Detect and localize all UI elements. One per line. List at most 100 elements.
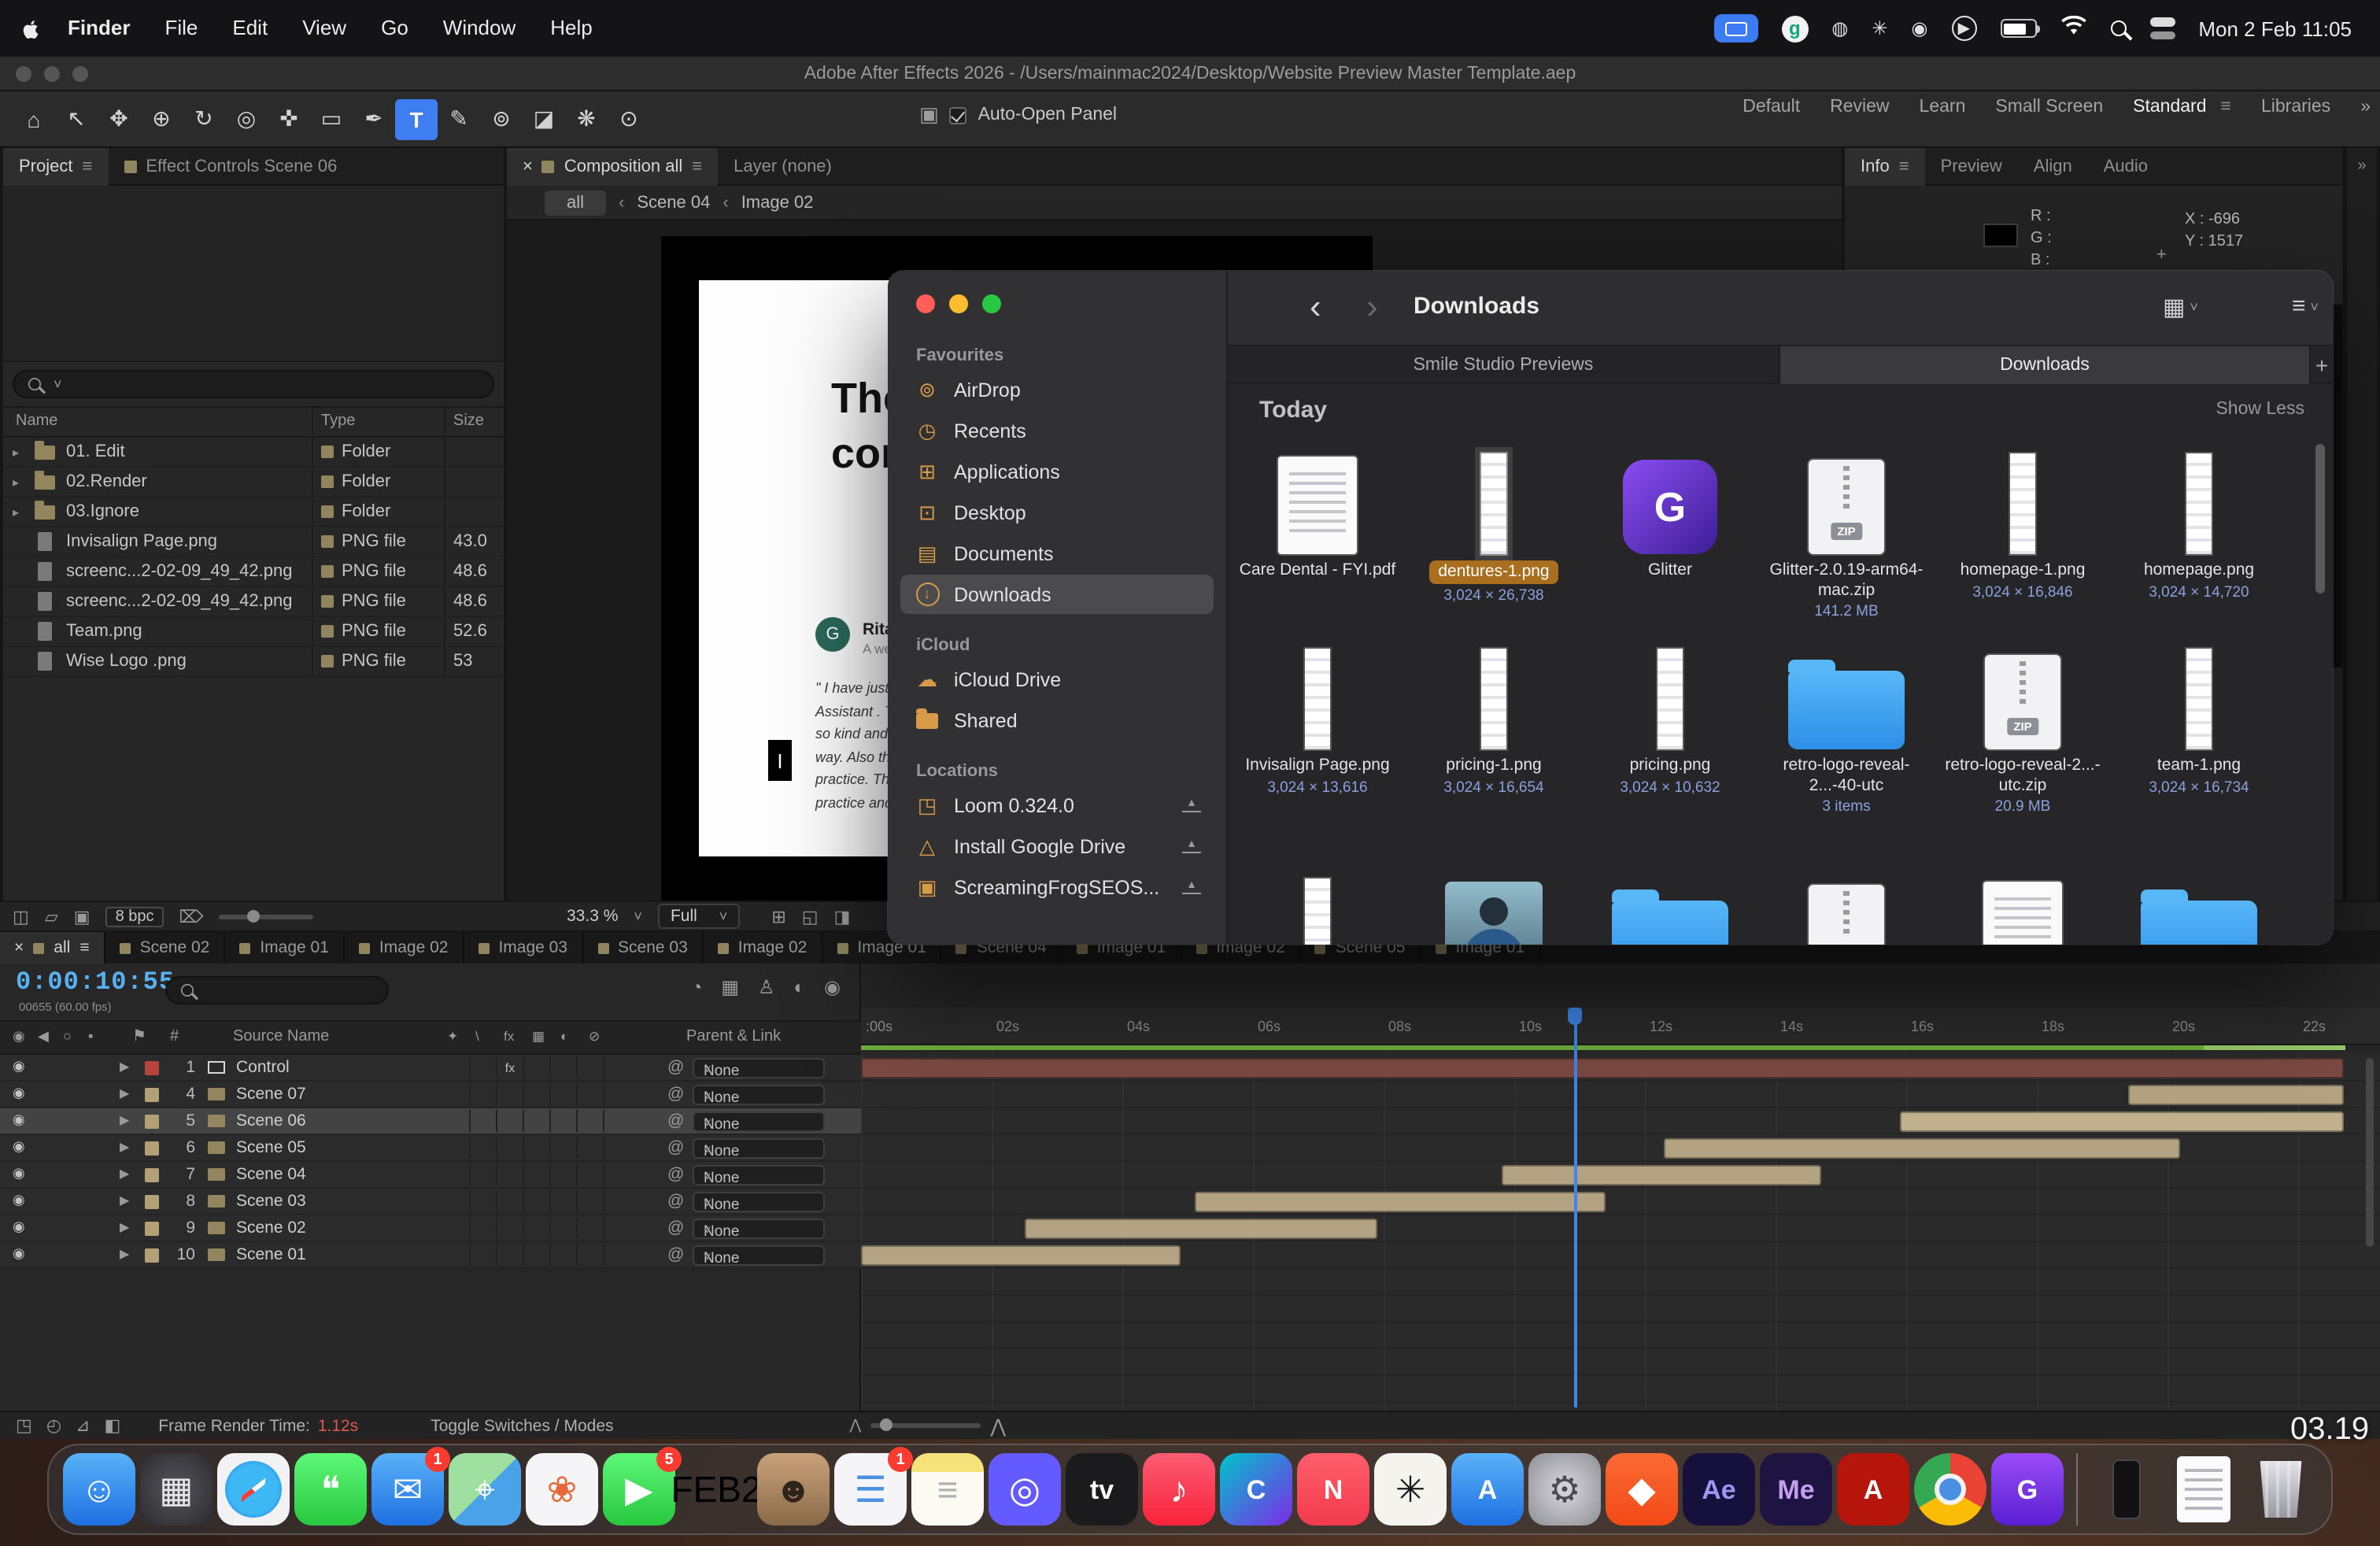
eye-icon[interactable]: ◉ (13, 1245, 25, 1263)
switch-cell[interactable] (578, 1137, 604, 1159)
magnification-select[interactable]: Full˅ (658, 904, 740, 929)
window-controls[interactable] (916, 294, 1001, 313)
project-search-field[interactable]: ˅ (13, 370, 494, 398)
close-icon[interactable]: × (523, 157, 533, 176)
file-item-pricing-png[interactable]: pricing.png3,024 × 10,632 (1582, 652, 1758, 797)
grammarly-icon[interactable]: g (1781, 15, 1808, 42)
switch-cell[interactable] (444, 1137, 471, 1159)
tab-info[interactable]: Info≡ (1845, 147, 1925, 185)
layer-switches[interactable] (444, 1190, 604, 1212)
time-ruler[interactable]: :00s02s04s06s08s10s12s14s16s18s20s22s (861, 1008, 2380, 1045)
project-row-screenc-2-02-09-49-42-png[interactable]: screenc...2-02-09_49_42.pngPNG file48.6 (3, 587, 504, 617)
project-row-01-edit[interactable]: ▸01. EditFolder (3, 438, 504, 468)
workspace-menu-icon[interactable]: ≡ (2221, 98, 2231, 117)
file-item-pricing-1-png[interactable]: pricing-1.png3,024 × 16,654 (1406, 652, 1582, 797)
current-timecode[interactable]: 0:00:10:55 (16, 968, 175, 997)
switch-cell[interactable] (471, 1137, 497, 1159)
dock-item-trash[interactable] (2245, 1453, 2317, 1526)
switch-cell[interactable] (444, 1217, 471, 1239)
project-column-headers[interactable]: Name Type Size (3, 406, 504, 438)
switch-cell[interactable] (471, 1056, 497, 1078)
dock-item-system-settings[interactable]: ⚙ (1528, 1453, 1601, 1526)
tab-layer-none[interactable]: Layer (none) (718, 147, 848, 185)
project-row-02-render[interactable]: ▸02.RenderFolder (3, 468, 504, 497)
project-row-screenc-2-02-09-49-42-png[interactable]: screenc...2-02-09_49_42.pngPNG file48.6 (3, 557, 504, 587)
frame-blending-icon[interactable]: ◐ (794, 976, 806, 998)
brush-tool[interactable]: ✎ (438, 98, 480, 139)
pan-behind-tool[interactable]: ✜ (268, 98, 310, 139)
workspace-small-screen[interactable]: Small Screen (1995, 98, 2103, 117)
close-button[interactable] (916, 294, 935, 313)
view-options-icon[interactable]: ▦˅ (2163, 293, 2198, 321)
disclosure-icon[interactable]: ▸ (13, 475, 19, 490)
switch-cell[interactable] (524, 1083, 551, 1105)
dock-item-photo-booth[interactable]: ☻ (757, 1453, 830, 1526)
label-color-swatch[interactable] (145, 1061, 159, 1075)
new-folder-icon[interactable]: ▱ (45, 906, 58, 926)
finder-scrollbar[interactable] (2315, 444, 2325, 594)
ae-window-controls[interactable] (16, 66, 88, 82)
file-item-dentures-1-png[interactable]: dentures-1.png3,024 × 26,738 (1406, 447, 1582, 605)
expand-icon[interactable]: ▶ (120, 1167, 129, 1181)
dock-item-finder[interactable]: ☺ (63, 1453, 135, 1526)
expand-icon[interactable]: ▶ (120, 1247, 129, 1261)
label-color-swatch[interactable] (145, 1088, 159, 1102)
dock-item-chatgpt[interactable]: ✳ (1374, 1453, 1447, 1526)
eye-icon[interactable]: ◉ (13, 1058, 25, 1075)
file-item-partial-3[interactable]: ZIP (1758, 872, 1935, 945)
parent-pickwhip-icon[interactable]: @ (667, 1219, 684, 1237)
layer-bar-scene-04[interactable] (1501, 1165, 1821, 1185)
switch-cell[interactable] (551, 1244, 578, 1266)
eject-icon[interactable]: ▲ (1182, 839, 1201, 853)
dock-item-app-store[interactable]: A (1451, 1453, 1524, 1526)
roto-brush-tool[interactable]: ❋ (565, 98, 608, 139)
layer-name[interactable]: Scene 07 (236, 1085, 306, 1104)
collapsed-panel-strip[interactable]: » (2345, 148, 2377, 901)
label-color-swatch[interactable] (145, 1168, 159, 1182)
workspace-review[interactable]: Review (1830, 98, 1889, 117)
new-composition-icon[interactable]: ▣ (74, 906, 91, 926)
close-icon[interactable]: × (14, 938, 24, 957)
label-color-swatch[interactable] (145, 1141, 159, 1156)
dock-item-media-encoder[interactable]: Me (1760, 1453, 1832, 1526)
zoom-level[interactable]: 33.3 % (567, 907, 618, 926)
switch-cell[interactable] (524, 1056, 551, 1078)
color-depth-button[interactable]: 8 bpc (106, 906, 164, 926)
timeline-tab-image-01-2[interactable]: Image 01 (225, 932, 345, 963)
layer-name[interactable]: Scene 01 (236, 1245, 306, 1264)
layer-switches[interactable] (444, 1083, 604, 1105)
dock-item-document[interactable] (2168, 1453, 2240, 1526)
home-tool[interactable]: ⌂ (13, 98, 55, 139)
expand-panel-icon[interactable]: ◳ (16, 1415, 32, 1436)
switch-cell[interactable] (524, 1163, 551, 1185)
eye-icon[interactable]: ◉ (13, 1138, 25, 1156)
menu-item-file[interactable]: File (147, 0, 215, 57)
apple-menu[interactable] (9, 15, 50, 42)
dock-item-brave[interactable]: ◆ (1606, 1453, 1678, 1526)
selection-tool[interactable]: ↖ (55, 98, 98, 139)
project-row-wise-logo-png[interactable]: Wise Logo .pngPNG file53 (3, 647, 504, 677)
zoom-button[interactable] (982, 294, 1001, 313)
interpret-footage-icon[interactable]: ◫ (13, 906, 29, 926)
workspace-standard[interactable]: Standard (2133, 98, 2206, 117)
layer-row-scene-05[interactable]: ◉▶6Scene 05@None˅ (0, 1135, 861, 1162)
shy-layers-icon[interactable]: ♙ (758, 976, 775, 998)
parent-pickwhip-icon[interactable]: @ (667, 1085, 684, 1104)
switch-cell[interactable] (471, 1190, 497, 1212)
zoom-out-icon[interactable]: ⋀ (850, 1417, 862, 1434)
switch-cell[interactable] (497, 1244, 524, 1266)
switch-cell[interactable] (444, 1056, 471, 1078)
layer-name[interactable]: Scene 03 (236, 1192, 306, 1211)
control-center-icon[interactable] (2149, 17, 2175, 39)
label-color-swatch[interactable] (145, 1248, 159, 1263)
file-item-team-1-png[interactable]: team-1.png3,024 × 16,734 (2111, 652, 2287, 797)
switch-cell[interactable] (497, 1217, 524, 1239)
sidebar-item-documents[interactable]: ▤Documents (900, 534, 1214, 573)
parent-pickwhip-icon[interactable]: @ (667, 1192, 684, 1211)
layer-name[interactable]: Scene 06 (236, 1111, 306, 1130)
parent-link-header[interactable]: Parent & Link (686, 1028, 781, 1045)
eye-icon[interactable]: ◉ (13, 1165, 25, 1182)
dock-item-apple-tv[interactable]: tv (1066, 1453, 1138, 1526)
dock-item-chrome[interactable] (1914, 1453, 1986, 1526)
camera-tool[interactable]: ◎ (225, 98, 268, 139)
